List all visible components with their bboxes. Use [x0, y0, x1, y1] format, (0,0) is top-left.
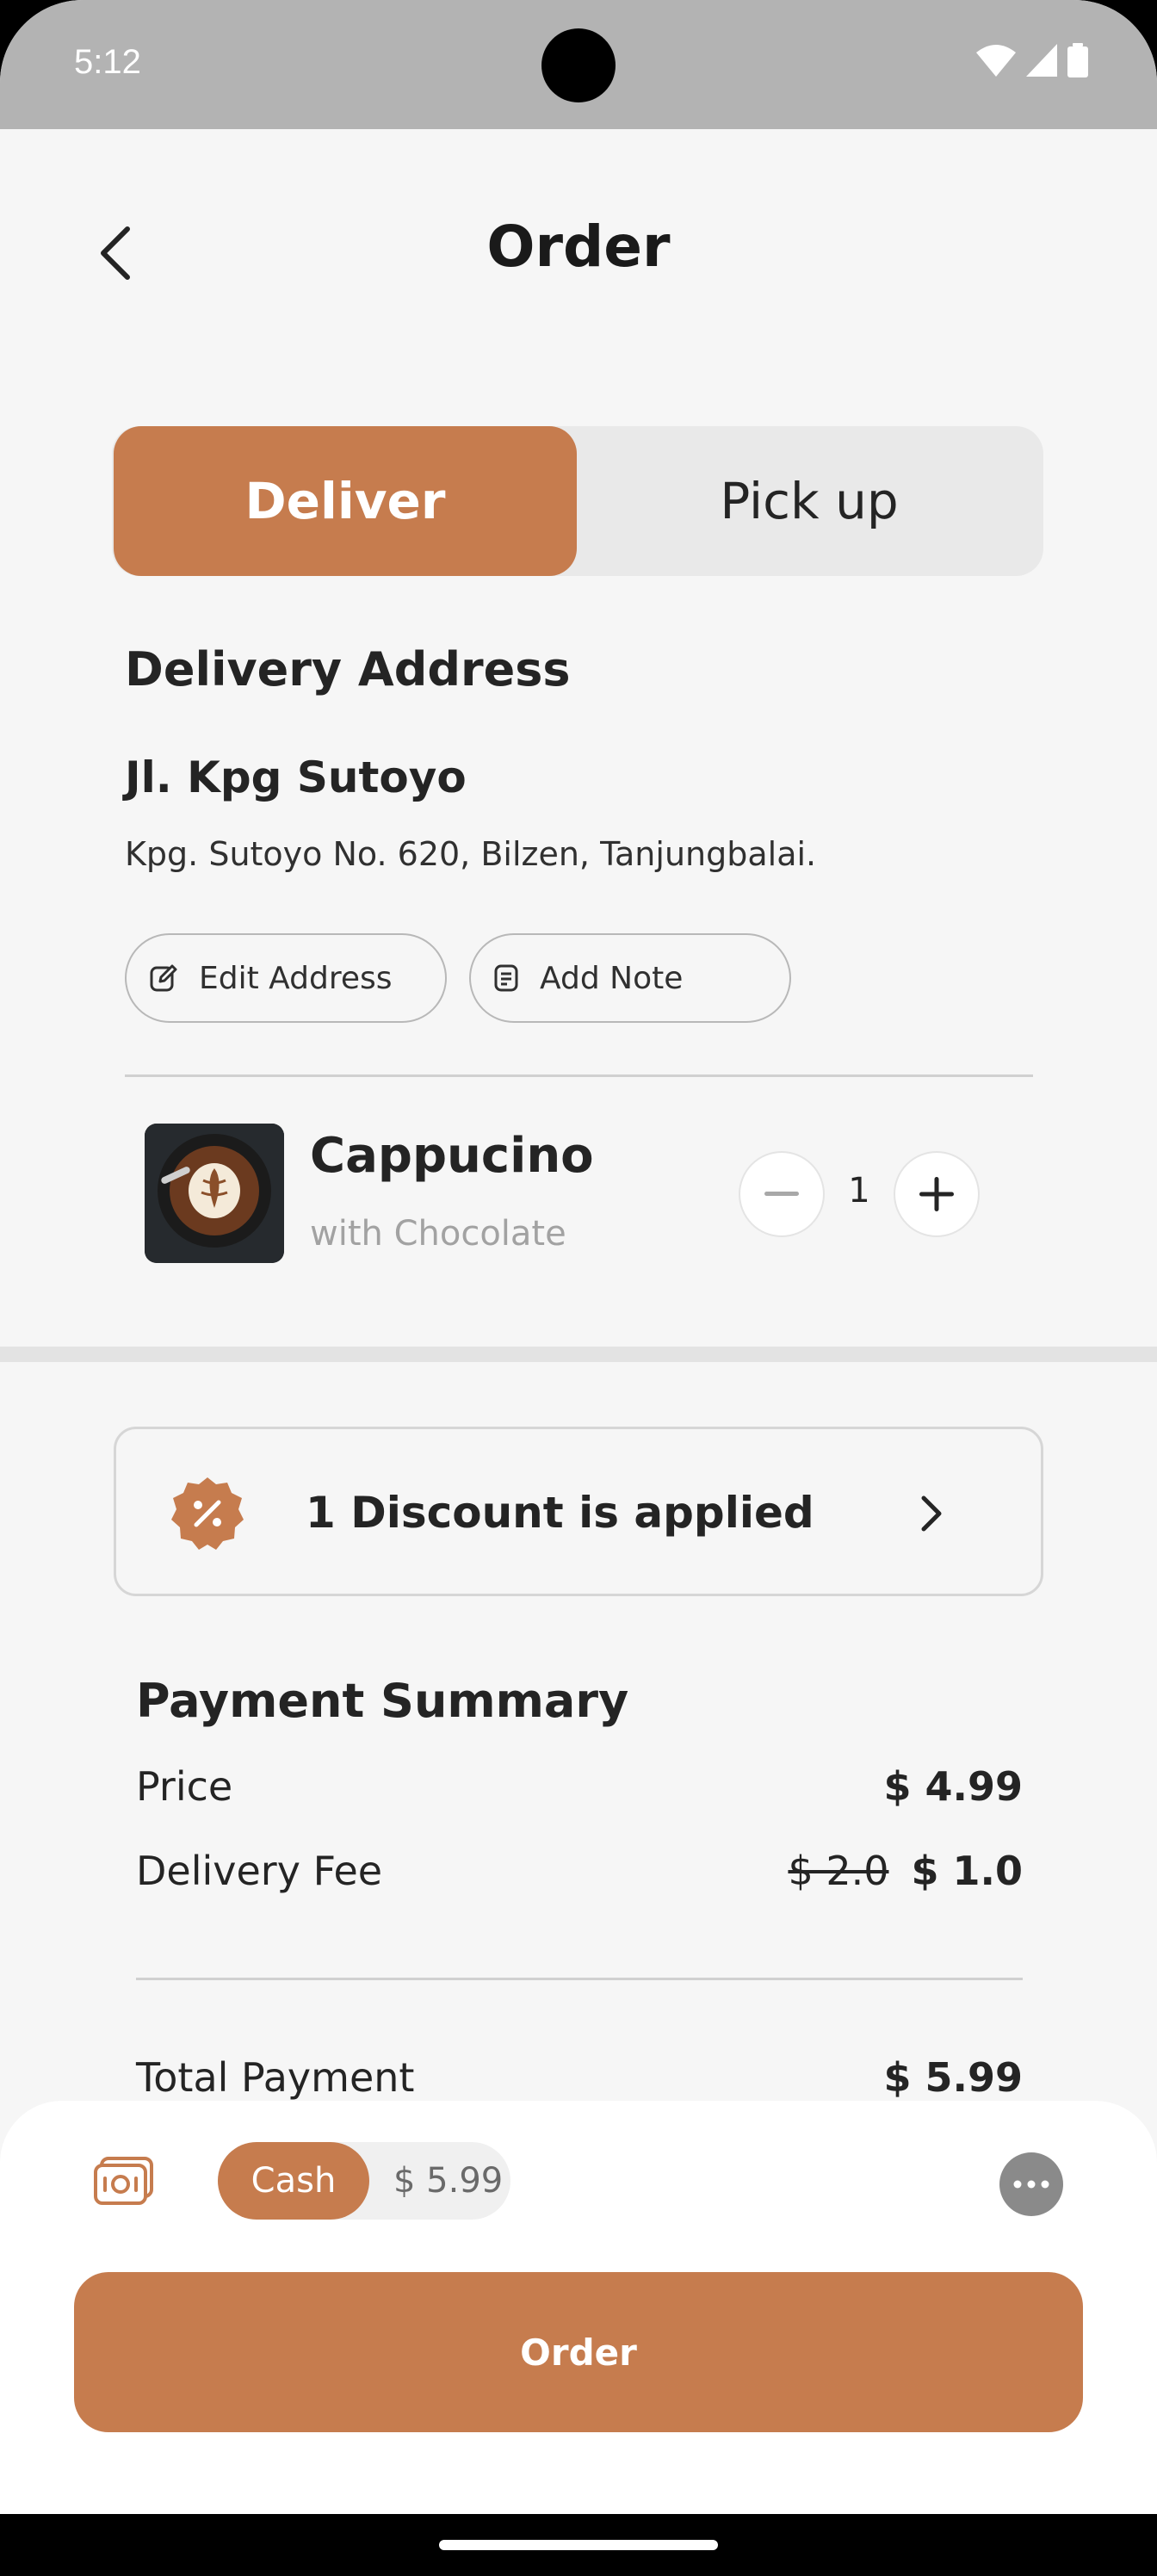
camera-cutout — [541, 28, 616, 102]
note-icon — [494, 964, 518, 992]
wifi-icon — [976, 45, 1016, 77]
home-gesture-handle[interactable] — [439, 2540, 718, 2550]
delivery-mode-toggle: Deliver Pick up — [112, 426, 1043, 576]
pickup-tab[interactable]: Pick up — [577, 426, 1042, 576]
cash-method-pill[interactable]: Cash — [218, 2142, 369, 2220]
product-subtitle: with Chocolate — [310, 1214, 566, 1254]
delivery-fee-row: Delivery Fee $ 2.0 $ 1.0 — [136, 1848, 1023, 1894]
delivery-fee-label: Delivery Fee — [136, 1848, 383, 1894]
page-title: Order — [486, 214, 671, 280]
address-detail: Kpg. Sutoyo No. 620, Bilzen, Tanjungbala… — [125, 835, 817, 873]
plus-icon — [919, 1177, 954, 1211]
delivery-fee-value: $ 1.0 — [911, 1848, 1023, 1894]
price-label: Price — [136, 1763, 233, 1810]
status-time: 5:12 — [74, 43, 141, 81]
chevron-right-icon — [921, 1495, 942, 1532]
product-image — [145, 1124, 284, 1263]
product-name: Cappucino — [310, 1128, 594, 1184]
more-dots-icon — [1013, 2180, 1049, 2189]
order-screen: 5:12 Order Deliver Pick up Delivery Addr… — [0, 0, 1157, 2576]
edit-address-button[interactable]: Edit Address — [125, 933, 447, 1023]
add-note-button[interactable]: Add Note — [469, 933, 791, 1023]
address-title: Jl. Kpg Sutoyo — [125, 752, 467, 802]
section-separator — [0, 1347, 1157, 1362]
delivery-address-heading: Delivery Address — [125, 642, 571, 697]
total-payment-label: Total Payment — [136, 2054, 415, 2101]
edit-address-label: Edit Address — [199, 960, 393, 996]
wallet-icon[interactable] — [93, 2155, 155, 2207]
battery-icon — [1067, 43, 1088, 77]
delivery-fee-original: $ 2.0 — [788, 1848, 889, 1894]
total-payment-row: Total Payment $ 5.99 — [136, 2054, 1023, 2101]
minus-icon — [764, 1192, 799, 1196]
payment-divider — [136, 1978, 1023, 1980]
edit-icon — [150, 964, 177, 992]
total-payment-value: $ 5.99 — [883, 2054, 1023, 2101]
status-bar: 5:12 — [0, 0, 1157, 129]
price-row: Price $ 4.99 — [136, 1763, 1023, 1810]
add-note-label: Add Note — [540, 960, 684, 996]
status-icons — [976, 43, 1088, 77]
address-divider — [125, 1074, 1033, 1077]
discount-badge-icon — [171, 1477, 244, 1550]
deliver-tab[interactable]: Deliver — [114, 426, 577, 576]
cash-amount: $ 5.99 — [393, 2161, 504, 2201]
payment-summary-heading: Payment Summary — [136, 1674, 629, 1728]
increase-quantity-button[interactable] — [894, 1151, 980, 1237]
delivery-fee-amounts: $ 2.0 $ 1.0 — [788, 1848, 1023, 1894]
price-value: $ 4.99 — [883, 1763, 1023, 1810]
discount-card[interactable]: 1 Discount is applied — [114, 1427, 1043, 1596]
signal-icon — [1026, 44, 1057, 77]
order-button[interactable]: Order — [74, 2272, 1083, 2432]
decrease-quantity-button[interactable] — [739, 1151, 825, 1237]
quantity-value: 1 — [848, 1171, 870, 1211]
more-options-button[interactable] — [999, 2152, 1063, 2216]
payment-method-selector[interactable]: Cash $ 5.99 — [218, 2142, 510, 2220]
discount-label: 1 Discount is applied — [306, 1488, 814, 1538]
